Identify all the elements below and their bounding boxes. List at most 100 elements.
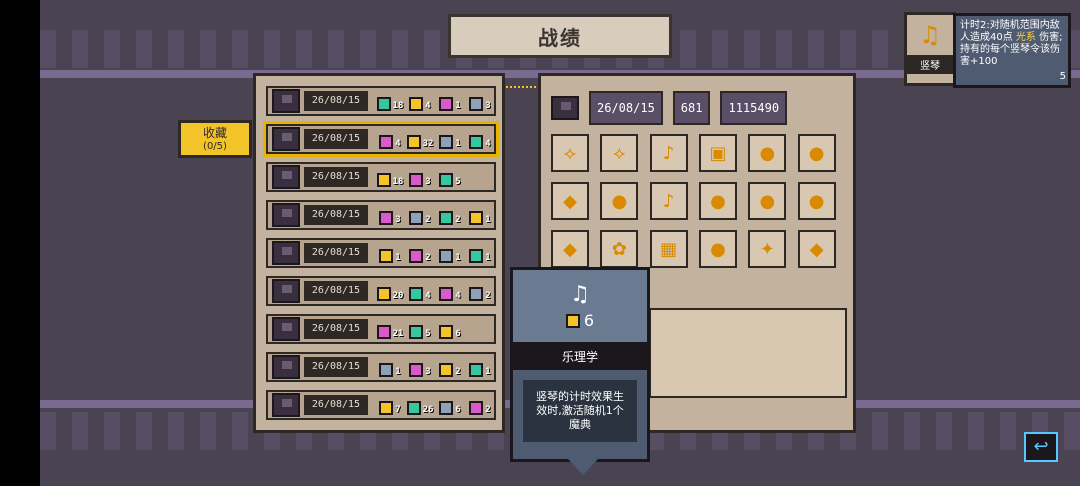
item-icon[interactable]: ♪ xyxy=(649,134,688,172)
item-icon[interactable]: ● xyxy=(600,182,639,220)
item-icon[interactable]: ◆ xyxy=(797,230,836,268)
green-element-chip: 1 xyxy=(466,243,494,263)
grey-element-icon xyxy=(409,211,424,225)
chip-count: 4 xyxy=(395,139,401,149)
run-row[interactable]: 26/08/15 7 26 6 2 xyxy=(266,390,496,420)
item-icon[interactable]: ● xyxy=(748,182,787,220)
grey-element-icon xyxy=(469,97,484,111)
run-chips: 4 32 1 4 xyxy=(376,129,494,149)
green-element-chip: 5 xyxy=(406,319,434,339)
pink-element-icon xyxy=(379,211,394,225)
green-element-icon xyxy=(469,363,484,377)
chip-count: 7 xyxy=(395,405,401,415)
chip-count: 3 xyxy=(425,367,431,377)
run-row[interactable]: 26/08/15 18 3 5 xyxy=(266,162,496,192)
item-icon[interactable]: ▦ xyxy=(649,230,688,268)
item-icon[interactable]: ⟡ xyxy=(600,134,639,172)
tooltip-count-value: 6 xyxy=(583,311,595,330)
run-date: 26/08/15 xyxy=(304,167,368,187)
detail-stat1: 681 xyxy=(672,91,711,125)
pink-element-chip: 1 xyxy=(436,91,464,111)
screen-title: 战绩 xyxy=(538,25,582,50)
chip-count: 3 xyxy=(485,101,491,111)
lyre-badge[interactable]: ♫ 竖琴 xyxy=(904,12,956,86)
item-icon[interactable]: ▣ xyxy=(698,134,737,172)
character-avatar xyxy=(272,355,300,379)
run-row[interactable]: 26/08/15 3 2 2 1 xyxy=(266,200,496,230)
yellow-element-chip: 4 xyxy=(406,91,434,111)
grey-element-icon xyxy=(469,287,484,301)
chip-count: 20 xyxy=(392,291,404,301)
run-date: 26/08/15 xyxy=(304,395,368,415)
chip-count: 5 xyxy=(425,329,431,339)
chip-count: 21 xyxy=(392,329,404,339)
character-avatar xyxy=(272,89,300,113)
chip-count: 6 xyxy=(455,329,461,339)
item-icon[interactable]: ✦ xyxy=(748,230,787,268)
pink-element-icon xyxy=(409,363,424,377)
grey-element-chip: 2 xyxy=(466,281,494,301)
item-icon[interactable]: ◆ xyxy=(551,182,589,220)
green-element-icon xyxy=(439,173,454,187)
pink-element-chip: 4 xyxy=(376,129,404,149)
chip-count: 1 xyxy=(455,139,461,149)
run-row[interactable]: 26/08/15 20 4 4 2 xyxy=(266,276,496,306)
run-chips: 18 3 5 xyxy=(376,167,464,187)
chip-count: 18 xyxy=(392,177,404,187)
chip-count: 3 xyxy=(395,215,401,225)
run-row[interactable]: 26/08/15 4 32 1 4 xyxy=(263,121,499,157)
item-icon[interactable]: ● xyxy=(748,134,787,172)
back-button[interactable]: ↩ xyxy=(1024,432,1058,462)
character-avatar xyxy=(272,393,300,417)
grey-element-icon xyxy=(379,363,394,377)
green-element-icon xyxy=(409,325,424,339)
pink-element-chip: 2 xyxy=(466,395,494,415)
yellow-element-icon xyxy=(565,313,580,328)
run-row[interactable]: 26/08/15 21 5 6 xyxy=(266,314,496,344)
run-date: 26/08/15 xyxy=(304,281,368,301)
item-icon[interactable]: ● xyxy=(797,134,836,172)
collect-button[interactable]: 收藏 (0/5) xyxy=(178,120,252,158)
run-row[interactable]: 26/08/15 18 4 1 3 xyxy=(266,86,496,116)
item-icon[interactable]: ● xyxy=(698,182,737,220)
run-date: 26/08/15 xyxy=(304,129,368,149)
item-icon[interactable]: ✿ xyxy=(600,230,639,268)
item-icon[interactable]: ♪ xyxy=(649,182,688,220)
chip-count: 1 xyxy=(485,253,491,263)
chip-count: 1 xyxy=(395,367,401,377)
grey-element-chip: 3 xyxy=(466,91,494,111)
detail-stat2: 1115490 xyxy=(720,91,788,125)
run-date: 26/08/15 xyxy=(304,319,368,339)
item-icon[interactable]: ⟡ xyxy=(551,134,589,172)
item-grid: ⟡ ⟡ ♪ ▣ ● ● ◆ ● ♪ ● ● ● ◆ ✿ ▦ ● ✦ ◆ xyxy=(551,134,837,268)
run-chips: 20 4 4 2 xyxy=(376,281,494,301)
chip-count: 6 xyxy=(455,405,461,415)
pink-element-chip: 3 xyxy=(376,205,404,225)
pink-element-chip: 4 xyxy=(436,281,464,301)
run-history-panel: 26/08/15 18 4 1 3 26/08/15 4 32 1 4 26/08/15 18 3 5 26… xyxy=(253,73,505,433)
green-element-chip: 2 xyxy=(436,205,464,225)
run-row[interactable]: 26/08/15 1 3 2 1 xyxy=(266,352,496,382)
chip-count: 4 xyxy=(425,291,431,301)
grey-element-icon xyxy=(439,401,454,415)
yellow-element-chip: 6 xyxy=(436,319,464,339)
green-element-chip: 4 xyxy=(406,281,434,301)
item-icon[interactable]: ◆ xyxy=(551,230,589,268)
detail-stats: 26/08/15 681 1115490 xyxy=(551,88,843,128)
run-row[interactable]: 26/08/15 1 2 1 1 xyxy=(266,238,496,268)
detail-date: 26/08/15 xyxy=(589,91,663,125)
yellow-element-icon xyxy=(439,325,454,339)
screen-title-banner: 战绩 xyxy=(448,14,672,58)
item-subpanel xyxy=(649,308,847,398)
item-icon[interactable]: ● xyxy=(797,182,836,220)
chip-count: 32 xyxy=(422,139,434,149)
pink-element-icon xyxy=(439,97,454,111)
green-element-icon xyxy=(409,287,424,301)
yellow-element-icon xyxy=(376,287,391,301)
yellow-element-icon xyxy=(439,363,454,377)
detail-avatar xyxy=(551,96,579,120)
pink-element-icon xyxy=(469,401,484,415)
connector-dots xyxy=(506,86,540,90)
pink-element-chip: 2 xyxy=(406,243,434,263)
item-icon[interactable]: ● xyxy=(698,230,737,268)
